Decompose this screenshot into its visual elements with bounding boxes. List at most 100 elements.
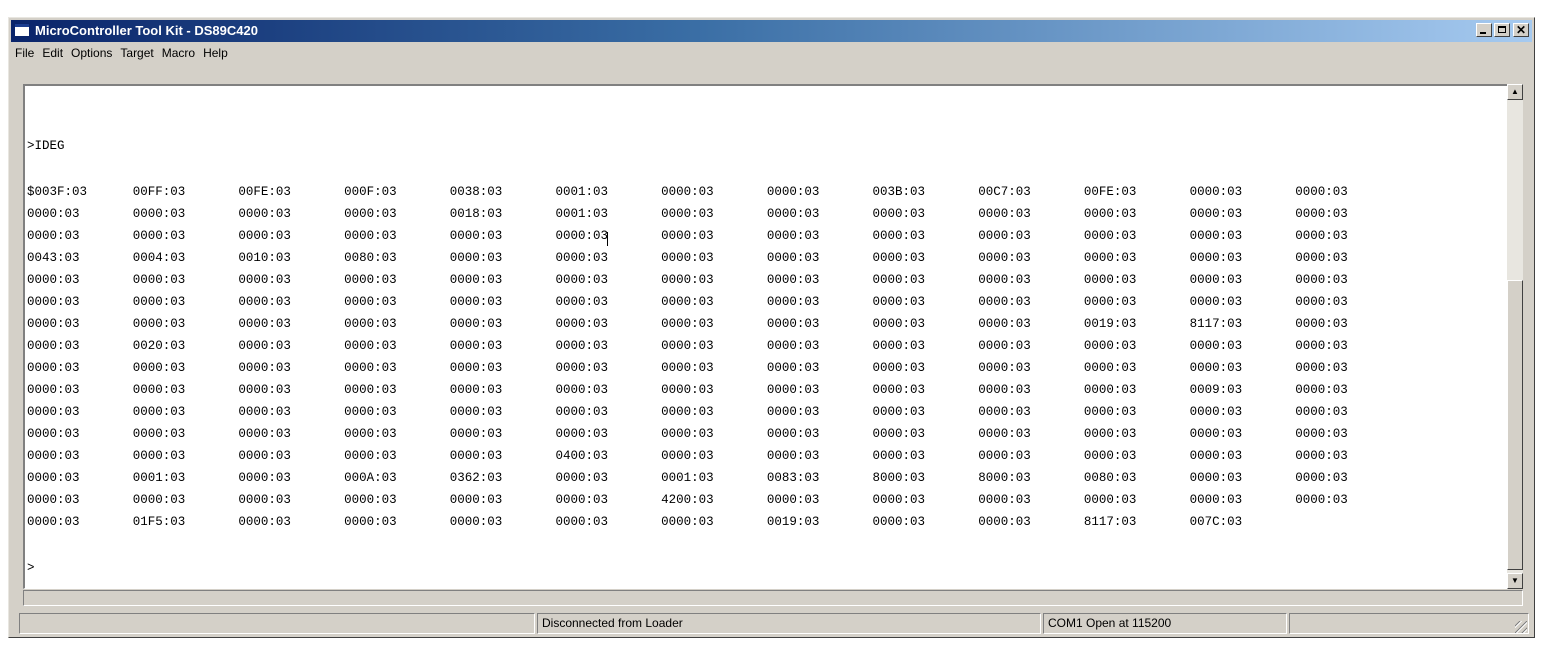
register-cell: 0000:03 — [766, 207, 820, 221]
register-cell: 0000:03 — [449, 383, 503, 397]
register-cell: 0000:03 — [872, 207, 926, 221]
register-cell: 0000:03 — [1083, 493, 1137, 507]
register-cell: 0000:03 — [661, 405, 714, 419]
register-cell: 0000:03 — [238, 471, 291, 485]
menu-file[interactable]: File — [11, 44, 38, 60]
register-cell: 0000:03 — [661, 515, 714, 529]
register-cell: 0000:03 — [1189, 427, 1243, 441]
register-cell: 00C7:03 — [978, 185, 1031, 199]
register-cell: 0000:03 — [872, 405, 926, 419]
register-cell: 0000:03 — [344, 383, 397, 397]
register-cell: 0000:03 — [978, 317, 1031, 331]
menu-macro[interactable]: Macro — [158, 44, 199, 60]
register-cell: 0000:03 — [1083, 207, 1137, 221]
maximize-icon — [1498, 26, 1506, 33]
register-cell: 0000:03 — [978, 273, 1031, 287]
maximize-button[interactable] — [1494, 23, 1510, 37]
register-cell: 0080:03 — [1083, 471, 1137, 485]
register-cell: 0000:03 — [555, 405, 608, 419]
register-cell: 0000:03 — [978, 229, 1031, 243]
scrollbar-thumb[interactable] — [1507, 280, 1523, 570]
register-cell: 0018:03 — [449, 207, 503, 221]
close-button[interactable]: ✕ — [1513, 23, 1529, 37]
register-cell: 0000:03 — [132, 361, 186, 375]
register-cell: 0000:03 — [449, 449, 503, 463]
menu-target[interactable]: Target — [116, 44, 157, 60]
vertical-scrollbar[interactable]: ▲ ▼ — [1507, 84, 1523, 589]
register-cell: 0000:03 — [1189, 207, 1243, 221]
register-cell: 0000:03 — [1083, 405, 1137, 419]
register-cell: 0000:03 — [27, 361, 80, 375]
register-cell: 0362:03 — [449, 471, 503, 485]
status-panel-4 — [1289, 613, 1529, 634]
register-cell: 0000:03 — [27, 317, 80, 331]
register-cell: 0000:03 — [238, 317, 291, 331]
register-cell: 0000:03 — [872, 229, 926, 243]
register-cell: 0000:03 — [238, 449, 291, 463]
resize-grip-icon[interactable] — [1515, 621, 1527, 633]
minimize-button[interactable] — [1476, 23, 1492, 37]
register-cell: 0000:03 — [238, 339, 291, 353]
register-cell: 0000:03 — [978, 493, 1031, 507]
register-cell: 0000:03 — [238, 405, 291, 419]
register-cell: 0000:03 — [344, 339, 397, 353]
scroll-down-button[interactable]: ▼ — [1507, 573, 1523, 589]
register-cell: 0000:03 — [1189, 251, 1243, 265]
register-cell: 0000:03 — [132, 427, 186, 441]
register-cell: 0000:03 — [1295, 185, 1348, 199]
register-cell: 0000:03 — [978, 339, 1031, 353]
register-cell: 0000:03 — [872, 339, 926, 353]
command-input[interactable] — [23, 590, 1523, 606]
terminal-row: 0000:03 0000:03 0000:03 0000:03 0000:03 0000:… — [27, 379, 1401, 401]
register-cell: 0080:03 — [344, 251, 397, 265]
terminal-row: 0000:03 0001:03 0000:03 000A:03 0362:03 0000:… — [27, 467, 1401, 489]
register-cell: 0000:03 — [238, 515, 291, 529]
register-cell: 0000:03 — [661, 295, 714, 309]
terminal-output[interactable]: >IDEG $003F:03 00FF:03 00FE:03 000F:03 0038:… — [23, 84, 1519, 589]
register-cell: 0000:03 — [661, 273, 714, 287]
terminal-row: 0000:03 0000:03 0000:03 0000:03 0000:03 0000:… — [27, 401, 1401, 423]
register-cell: 0000:03 — [27, 493, 80, 507]
register-cell: 0000:03 — [661, 383, 714, 397]
register-cell: 0000:03 — [1083, 427, 1137, 441]
register-cell: 0000:03 — [1083, 449, 1137, 463]
register-cell: 0010:03 — [238, 251, 291, 265]
title-bar[interactable]: MicroController Tool Kit - DS89C420 ✕ — [11, 20, 1532, 42]
status-panel-1 — [19, 613, 535, 634]
status-loader: Disconnected from Loader — [537, 613, 1041, 634]
register-cell: 0000:03 — [27, 295, 80, 309]
register-cell: 0000:03 — [1295, 383, 1348, 397]
minimize-icon — [1480, 32, 1486, 34]
terminal-prompt: > — [27, 561, 35, 575]
register-cell: 0001:03 — [661, 471, 714, 485]
register-cell: 0000:03 — [1295, 449, 1348, 463]
menu-edit[interactable]: Edit — [38, 44, 67, 60]
register-cell: 0000:03 — [978, 295, 1031, 309]
close-icon: ✕ — [1515, 23, 1527, 37]
register-cell: 0000:03 — [27, 471, 80, 485]
register-cell: 0000:03 — [27, 515, 80, 529]
register-cell: 0000:03 — [238, 229, 291, 243]
menu-help[interactable]: Help — [199, 44, 232, 60]
menu-options[interactable]: Options — [67, 44, 116, 60]
register-cell: 8117:03 — [1083, 515, 1137, 529]
app-icon — [14, 23, 30, 37]
register-cell: 0000:03 — [661, 185, 714, 199]
register-cell: 0000:03 — [1189, 229, 1243, 243]
register-cell: 0000:03 — [555, 229, 608, 243]
register-cell: 0000:03 — [132, 317, 186, 331]
status-bar: Disconnected from Loader COM1 Open at 11… — [19, 613, 1529, 635]
register-cell: 4200:03 — [661, 493, 714, 507]
arrow-up-icon: ▲ — [1511, 87, 1519, 96]
register-cell: 0000:03 — [344, 317, 397, 331]
register-cell: 0000:03 — [555, 317, 608, 331]
register-cell: 0000:03 — [766, 317, 820, 331]
register-cell: 0000:03 — [238, 493, 291, 507]
register-cell: 0000:03 — [555, 361, 608, 375]
register-cell: 0000:03 — [1295, 493, 1348, 507]
scroll-up-button[interactable]: ▲ — [1507, 84, 1523, 100]
register-cell: 0000:03 — [1189, 471, 1243, 485]
register-cell: 0000:03 — [344, 295, 397, 309]
register-cell: 0000:03 — [344, 449, 397, 463]
arrow-down-icon: ▼ — [1511, 576, 1519, 585]
